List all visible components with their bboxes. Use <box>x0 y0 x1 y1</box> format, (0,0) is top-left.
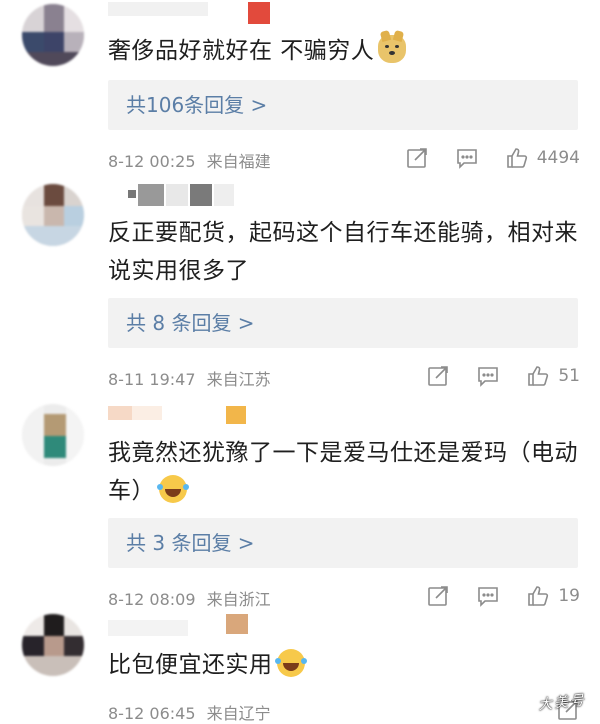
username[interactable] <box>108 184 308 208</box>
comment-location: 来自浙江 <box>206 590 271 609</box>
comment-text: 奢侈品好就好在 不骗穷人 <box>108 32 588 70</box>
comment-text: 反正要配货，起码这个自行车还能骑，相对来说实用很多了 <box>108 214 588 290</box>
comment-date: 8-12 00:25 <box>108 152 196 171</box>
username[interactable] <box>108 614 268 638</box>
like-count: 19 <box>558 586 580 606</box>
username[interactable] <box>108 2 288 26</box>
comment-actions: 51 <box>400 362 580 390</box>
comment-date: 8-12 06:45 <box>108 704 196 723</box>
like-count: 51 <box>558 366 580 386</box>
view-replies-link[interactable]: 共 8 条回复 > <box>126 298 255 348</box>
comment-meta: 8-12 06:45 来自辽宁 <box>108 700 271 724</box>
comment-text: 比包便宜还实用 <box>108 646 588 684</box>
username[interactable] <box>108 406 268 430</box>
avatar[interactable] <box>22 184 84 246</box>
comment-location: 来自福建 <box>206 152 271 171</box>
comment-text: 我竟然还犹豫了一下是爱马仕还是爱玛（电动车） <box>108 434 588 510</box>
view-replies-link[interactable]: 共106条回复 > <box>126 80 267 130</box>
comment-meta: 8-12 00:25 来自福建 <box>108 148 271 172</box>
laughing-tears-emoji-icon <box>274 649 307 677</box>
share-icon[interactable] <box>426 584 450 608</box>
comment-location: 来自辽宁 <box>206 704 271 723</box>
comment-icon[interactable] <box>455 146 479 170</box>
doge-emoji-icon <box>378 35 407 63</box>
comment-actions: 19 <box>400 582 580 610</box>
comment-meta: 8-11 19:47 来自江苏 <box>108 366 271 390</box>
reply-box[interactable]: 共 3 条回复 > <box>108 518 578 568</box>
comment-location: 来自江苏 <box>206 370 271 389</box>
reply-box[interactable]: 共 8 条回复 > <box>108 298 578 348</box>
comment-date: 8-12 08:09 <box>108 590 196 609</box>
thumbs-up-icon[interactable] <box>526 584 550 608</box>
like-count: 4494 <box>536 148 580 168</box>
avatar[interactable] <box>22 404 84 466</box>
comment-text-content: 比包便宜还实用 <box>108 652 273 678</box>
share-icon[interactable] <box>405 146 429 170</box>
comment-icon[interactable] <box>476 364 500 388</box>
comment-actions: 4494 <box>379 144 580 172</box>
avatar[interactable] <box>22 614 84 676</box>
share-icon[interactable] <box>426 364 450 388</box>
thumbs-up-icon[interactable] <box>526 364 550 388</box>
comment-text-content: 奢侈品好就好在 不骗穷人 <box>108 38 375 64</box>
view-replies-link[interactable]: 共 3 条回复 > <box>126 518 255 568</box>
comment-icon[interactable] <box>476 584 500 608</box>
comment-meta: 8-12 08:09 来自浙江 <box>108 586 271 610</box>
reply-box[interactable]: 共106条回复 > <box>108 80 578 130</box>
thumbs-up-icon[interactable] <box>505 146 529 170</box>
comment-date: 8-11 19:47 <box>108 370 196 389</box>
comment-text-content: 反正要配货，起码这个自行车还能骑，相对来说实用很多了 <box>108 220 578 284</box>
avatar[interactable] <box>22 4 84 66</box>
laughing-tears-emoji-icon <box>157 475 189 503</box>
